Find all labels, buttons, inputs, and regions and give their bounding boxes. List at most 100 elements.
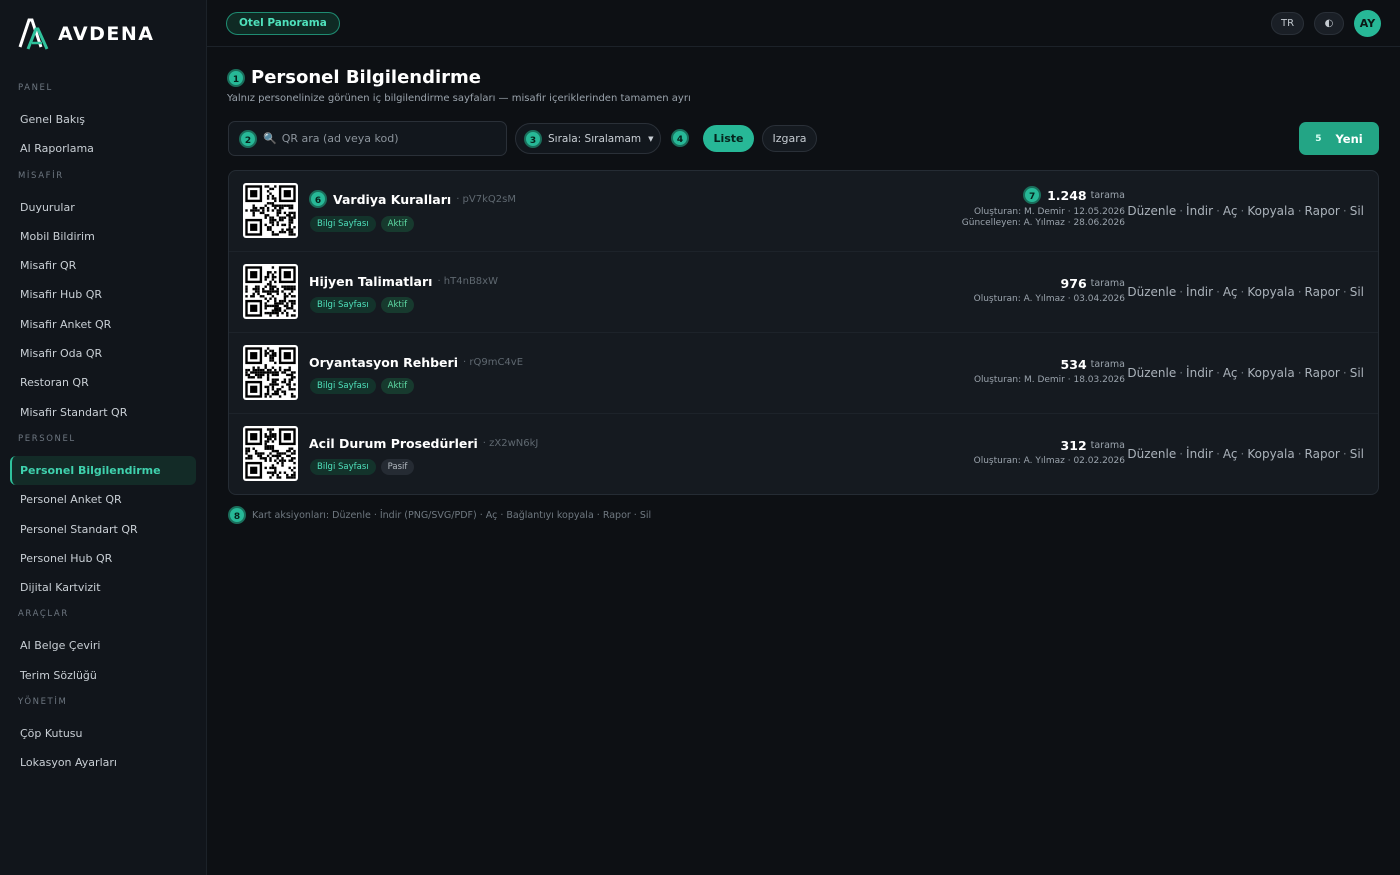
delete-action[interactable]: Sil	[1350, 366, 1364, 380]
item-actions: Düzenle · İndir · Aç · Kopyala · Rapor · Sil	[1127, 285, 1364, 299]
qr-code-thumbnail[interactable]	[243, 264, 298, 319]
step-badge-6: 6	[309, 190, 327, 208]
step-badge-2: 2	[239, 129, 257, 148]
report-action[interactable]: Rapor	[1305, 204, 1340, 218]
sidebar-item-duyurular[interactable]: Duyurular	[10, 193, 196, 222]
item-actions: Düzenle · İndir · Aç · Kopyala · Rapor · Sil	[1127, 204, 1364, 218]
step-badge-7: 7	[1023, 186, 1042, 204]
new-button[interactable]: 5 Yeni	[1299, 122, 1379, 155]
copy-action[interactable]: Kopyala	[1247, 366, 1294, 380]
scan-label: tarama	[1090, 440, 1125, 451]
edit-action[interactable]: Düzenle	[1127, 285, 1176, 299]
qr-code-thumbnail[interactable]	[243, 345, 298, 400]
status-badge: Aktif	[380, 216, 415, 232]
nav-section-panel: PANEL	[18, 83, 53, 93]
avatar[interactable]: AY	[1354, 10, 1381, 37]
topbar: Otel Panorama TR ◐ AY	[207, 0, 1400, 47]
item-title[interactable]: Hijyen Talimatları	[309, 274, 432, 289]
scan-count: 1.248	[1047, 187, 1087, 203]
report-action[interactable]: Rapor	[1305, 285, 1340, 299]
copy-action[interactable]: Kopyala	[1247, 204, 1294, 218]
logo-icon	[18, 17, 50, 51]
created-by: Oluşturan: A. Yılmaz · 02.02.2026	[973, 456, 1125, 466]
open-action[interactable]: Aç	[1223, 366, 1238, 380]
created-by: Oluşturan: M. Demir · 12.05.2026	[973, 207, 1125, 217]
sidebar-item-misafir-hub-qr[interactable]: Misafir Hub QR	[10, 280, 196, 309]
item-title[interactable]: Vardiya Kuralları	[333, 192, 451, 207]
sidebar-item-cop-kutusu[interactable]: Çöp Kutusu	[10, 719, 196, 748]
delete-action[interactable]: Sil	[1350, 204, 1364, 218]
sidebar-item-personel-bilgilendirme[interactable]: Personel Bilgilendirme	[10, 455, 196, 486]
brand-logo[interactable]: AVDENA	[18, 16, 154, 52]
type-badge: Bilgi Sayfası	[310, 216, 376, 232]
nav-section-misafir: MİSAFİR	[18, 170, 64, 181]
list-item[interactable]: Oryantasyon Rehberi · rQ9mC4vE Bilgi Say…	[229, 333, 1378, 414]
sidebar-item-personel-hub-qr[interactable]: Personel Hub QR	[10, 544, 196, 573]
sidebar-item-misafir-oda-qr[interactable]: Misafir Oda QR	[10, 339, 196, 368]
step-badge-5: 5	[1315, 133, 1322, 144]
report-action[interactable]: Rapor	[1305, 447, 1340, 461]
sidebar-item-personel-standart-qr[interactable]: Personel Standart QR	[10, 515, 196, 544]
sidebar-item-misafir-anket-qr[interactable]: Misafir Anket QR	[10, 310, 196, 339]
created-by: Oluşturan: M. Demir · 18.03.2026	[973, 375, 1125, 385]
chevron-down-icon: ▼	[648, 134, 654, 143]
type-badge: Bilgi Sayfası	[310, 459, 376, 475]
qr-code-thumbnail[interactable]	[243, 183, 298, 238]
view-list-button[interactable]: Liste	[703, 125, 754, 152]
download-action[interactable]: İndir	[1186, 366, 1213, 380]
theme-toggle-icon[interactable]: ◐	[1314, 12, 1344, 35]
step-badge-8: 8	[228, 506, 246, 524]
nav-section-personel: PERSONEL	[18, 433, 76, 444]
sort-dropdown[interactable]: 3 Sırala: Sıralamam ▼	[515, 123, 661, 154]
sidebar-item-misafir-standart-qr[interactable]: Misafir Standart QR	[10, 398, 196, 427]
sidebar-item-restoran-qr[interactable]: Restoran QR	[10, 368, 196, 397]
hotel-selector[interactable]: Otel Panorama	[226, 12, 340, 35]
sidebar-item-ai-raporlama[interactable]: AI Raporlama	[10, 134, 196, 163]
sidebar-item-terim-sozlugu[interactable]: Terim Sözlüğü	[10, 661, 196, 690]
sidebar-item-dijital-kartvizit[interactable]: Dijital Kartvizit	[10, 573, 196, 602]
view-grid-button[interactable]: Izgara	[762, 125, 817, 152]
sidebar-item-ai-belge-ceviri[interactable]: AI Belge Çeviri	[10, 631, 196, 660]
sidebar-item-lokasyon-ayarlari[interactable]: Lokasyon Ayarları	[10, 748, 196, 777]
status-badge: Aktif	[380, 378, 415, 394]
list-item[interactable]: Hijyen Talimatları · hT4nB8xW Bilgi Sayf…	[229, 252, 1378, 333]
open-action[interactable]: Aç	[1223, 204, 1238, 218]
language-button[interactable]: TR	[1271, 12, 1304, 35]
scan-label: tarama	[1090, 189, 1125, 201]
item-actions: Düzenle · İndir · Aç · Kopyala · Rapor · Sil	[1127, 366, 1364, 380]
search-input[interactable]	[281, 132, 482, 145]
item-stats: 534 tarama Oluşturan: M. Demir · 18.03.2…	[974, 357, 1125, 385]
delete-action[interactable]: Sil	[1350, 447, 1364, 461]
edit-action[interactable]: Düzenle	[1127, 447, 1176, 461]
sidebar-nav: PANEL Genel Bakış AI Raporlama MİSAFİR D…	[0, 76, 207, 778]
download-action[interactable]: İndir	[1186, 204, 1213, 218]
sidebar-item-misafir-qr[interactable]: Misafir QR	[10, 251, 196, 280]
status-badge: Pasif	[380, 459, 415, 475]
qr-code-thumbnail[interactable]	[243, 426, 298, 481]
copy-action[interactable]: Kopyala	[1247, 285, 1294, 299]
search-box[interactable]: 2 🔍	[228, 121, 507, 156]
scan-count: 534	[1060, 357, 1087, 372]
copy-action[interactable]: Kopyala	[1247, 447, 1294, 461]
qr-list: 6 Vardiya Kuralları · pV7kQ2sM Bilgi Say…	[228, 170, 1379, 495]
download-action[interactable]: İndir	[1186, 285, 1213, 299]
open-action[interactable]: Aç	[1223, 285, 1238, 299]
edit-action[interactable]: Düzenle	[1127, 204, 1176, 218]
open-action[interactable]: Aç	[1223, 447, 1238, 461]
page-title: Personel Bilgilendirme	[251, 67, 482, 88]
sidebar-item-genel-bakis[interactable]: Genel Bakış	[10, 105, 196, 134]
sidebar-item-personel-anket-qr[interactable]: Personel Anket QR	[10, 485, 196, 514]
delete-action[interactable]: Sil	[1350, 285, 1364, 299]
report-action[interactable]: Rapor	[1305, 366, 1340, 380]
new-button-label: Yeni	[1335, 131, 1363, 146]
sidebar-item-mobil-bildirim[interactable]: Mobil Bildirim	[10, 222, 196, 251]
edit-action[interactable]: Düzenle	[1127, 366, 1176, 380]
download-action[interactable]: İndir	[1186, 447, 1213, 461]
card-actions-note: 8 Kart aksiyonları: Düzenle · İndir (PNG…	[228, 506, 651, 524]
item-title[interactable]: Acil Durum Prosedürleri	[309, 436, 478, 451]
item-title[interactable]: Oryantasyon Rehberi	[309, 355, 458, 370]
list-item[interactable]: 6 Vardiya Kuralları · pV7kQ2sM Bilgi Say…	[229, 171, 1378, 252]
list-item[interactable]: Acil Durum Prosedürleri · zX2wN6kJ Bilgi…	[229, 414, 1378, 495]
footnote-text: Kart aksiyonları: Düzenle · İndir (PNG/S…	[252, 509, 652, 521]
item-actions: Düzenle · İndir · Aç · Kopyala · Rapor · Sil	[1127, 447, 1364, 461]
